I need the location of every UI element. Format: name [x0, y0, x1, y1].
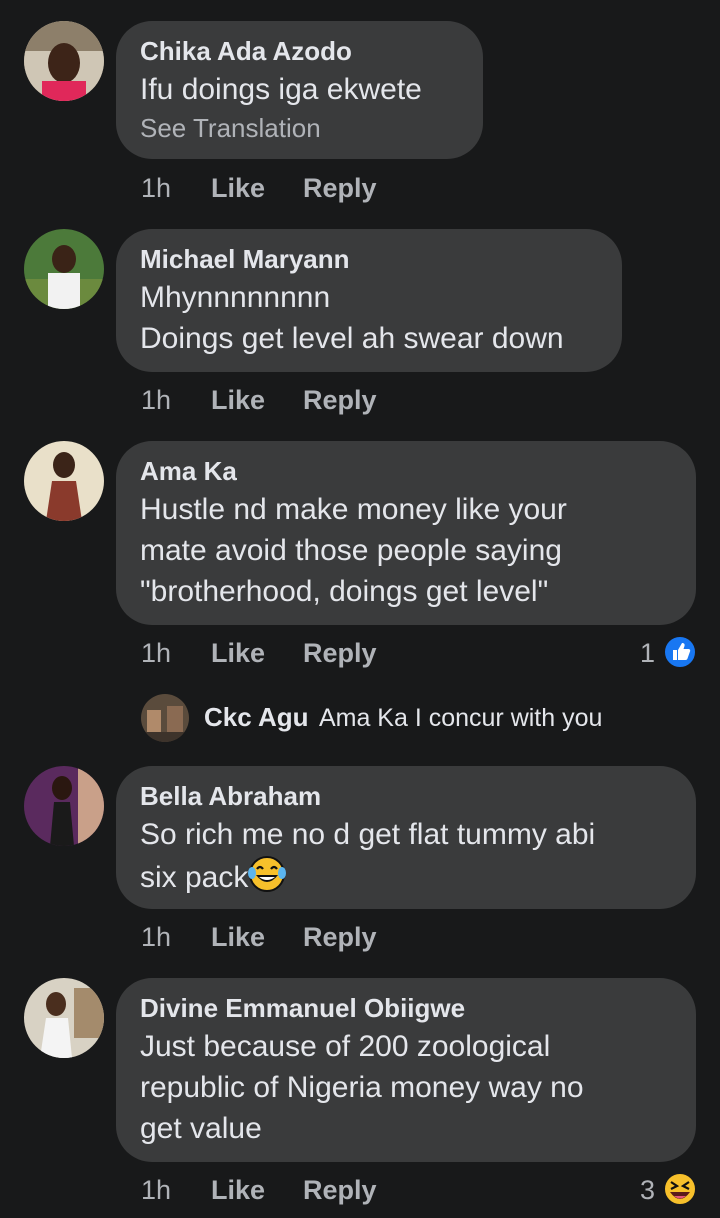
avatar[interactable]: [24, 978, 104, 1058]
comment-text-line: "brotherhood, doings get level": [140, 575, 549, 608]
comment-author[interactable]: Divine Emmanuel Obiigwe: [140, 992, 672, 1024]
like-button[interactable]: Like: [211, 1175, 265, 1206]
reply-button[interactable]: Reply: [303, 638, 377, 669]
comment-text-line: So rich me no d get flat tummy abi: [140, 818, 596, 851]
comment-author[interactable]: Chika Ada Azodo: [140, 35, 459, 67]
tears-of-joy-emoji: [248, 856, 287, 892]
like-button[interactable]: Like: [211, 173, 265, 204]
avatar[interactable]: [24, 229, 104, 309]
like-button[interactable]: Like: [211, 385, 265, 416]
comment-text-line: mate avoid those people saying: [140, 534, 562, 567]
avatar[interactable]: [24, 21, 104, 101]
comment-author[interactable]: Michael Maryann: [140, 243, 598, 275]
comment-text: Ifu doings iga ekwete: [140, 73, 422, 106]
reply-button[interactable]: Reply: [303, 385, 377, 416]
laughing-reaction-icon[interactable]: [662, 1171, 698, 1207]
comment-text-line: republic of Nigeria money way no: [140, 1071, 584, 1104]
like-button[interactable]: Like: [211, 638, 265, 669]
avatar-photo: [24, 21, 104, 101]
comment-text-line: Hustle nd make money like your: [140, 493, 567, 526]
timestamp: 1h: [141, 638, 172, 668]
timestamp: 1h: [141, 1175, 172, 1205]
avatar-photo: [24, 229, 104, 309]
avatar[interactable]: [24, 766, 104, 846]
comment-bubble: Chika Ada Azodo Ifu doings iga ekwete Se…: [116, 21, 483, 159]
comment-text-line: Just because of 200 zoological: [140, 1030, 551, 1063]
avatar-photo: [24, 978, 104, 1058]
reply-comment: Ckc Agu Ama Ka I concur with you: [204, 702, 602, 733]
comment-bubble: Divine Emmanuel Obiigwe Just because of …: [116, 978, 696, 1162]
like-button[interactable]: Like: [211, 922, 265, 953]
comment-text-line: Mhynnnnnnnn: [140, 281, 331, 314]
reaction-count[interactable]: 1: [640, 638, 655, 669]
timestamp: 1h: [141, 385, 172, 415]
comment-bubble: Ama Ka Hustle nd make money like your ma…: [116, 441, 696, 625]
reply-button[interactable]: Reply: [303, 922, 377, 953]
comment-text-line: six pack: [140, 855, 672, 898]
reply-button[interactable]: Reply: [303, 173, 377, 204]
reply-avatar[interactable]: [141, 694, 189, 742]
reply-text: Ama Ka I concur with you: [318, 704, 603, 732]
comment-bubble: Bella Abraham So rich me no d get flat t…: [116, 766, 696, 909]
see-translation-link[interactable]: See Translation: [140, 110, 459, 146]
reaction-count[interactable]: 3: [640, 1175, 655, 1206]
comment-bubble: Michael Maryann Mhynnnnnnnn Doings get l…: [116, 229, 622, 372]
avatar-photo: [141, 694, 189, 742]
comment-text-fragment: six pack: [140, 861, 249, 894]
comment-text-line: Doings get level ah swear down: [140, 322, 564, 355]
avatar-photo: [24, 441, 104, 521]
timestamp: 1h: [141, 173, 172, 203]
avatar-photo: [24, 766, 104, 846]
comment-author[interactable]: Ama Ka: [140, 455, 672, 487]
timestamp: 1h: [141, 922, 172, 952]
avatar[interactable]: [24, 441, 104, 521]
like-reaction-icon[interactable]: [663, 635, 697, 669]
reply-button[interactable]: Reply: [303, 1175, 377, 1206]
comment-text-line: get value: [140, 1112, 262, 1145]
comment-author[interactable]: Bella Abraham: [140, 780, 672, 812]
reply-author[interactable]: Ckc Agu: [204, 702, 309, 732]
